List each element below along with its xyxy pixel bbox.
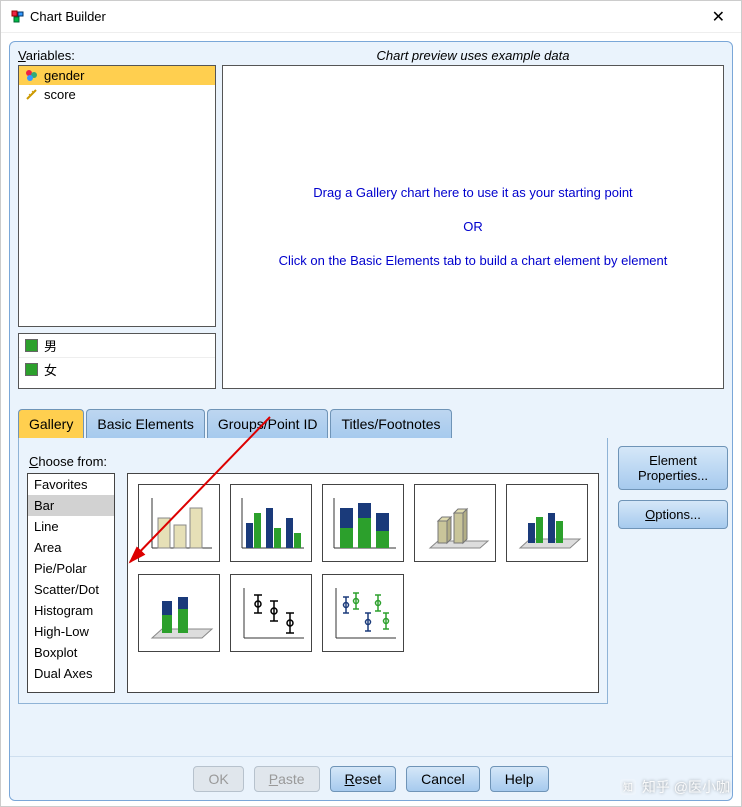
chart-builder-window: Chart Builder ✕ Variables: gender	[0, 0, 742, 807]
zhihu-icon: 知	[620, 779, 636, 795]
type-bar[interactable]: Bar	[28, 495, 114, 516]
paste-button: Paste	[254, 766, 320, 792]
type-dual-axes[interactable]: Dual Axes	[28, 663, 114, 684]
variable-item[interactable]: score	[19, 85, 215, 104]
thumb-simple-bar[interactable]	[138, 484, 220, 562]
preview-placeholder: Drag a Gallery chart here to use it as y…	[279, 182, 668, 272]
chart-type-list[interactable]: Favorites Bar Line Area Pie/Polar Scatte…	[27, 473, 115, 693]
tab-gallery[interactable]: Gallery	[18, 409, 84, 438]
category-swatch-icon	[25, 339, 38, 352]
thumb-stacked-bar[interactable]	[322, 484, 404, 562]
type-boxplot[interactable]: Boxplot	[28, 642, 114, 663]
type-high-low[interactable]: High-Low	[28, 621, 114, 642]
app-icon	[11, 10, 24, 23]
reset-button[interactable]: Reset	[330, 766, 397, 792]
type-scatter-dot[interactable]: Scatter/Dot	[28, 579, 114, 600]
close-button[interactable]: ✕	[706, 5, 731, 29]
dialog-content: Variables: gender score	[9, 41, 733, 801]
ok-button: OK	[193, 766, 243, 792]
thumb-3d-stacked-bar[interactable]	[138, 574, 220, 652]
choose-from-label: Choose from:	[29, 454, 599, 469]
type-favorites[interactable]: Favorites	[28, 474, 114, 495]
titlebar: Chart Builder ✕	[1, 1, 741, 33]
variable-name: score	[44, 87, 76, 102]
cancel-button[interactable]: Cancel	[406, 766, 480, 792]
variable-name: gender	[44, 68, 84, 83]
variables-label: Variables:	[18, 48, 216, 63]
element-properties-button[interactable]: Element Properties...	[618, 446, 728, 490]
tab-titles-footnotes[interactable]: Titles/Footnotes	[330, 409, 451, 438]
thumb-clustered-bar[interactable]	[230, 484, 312, 562]
tab-basic-elements[interactable]: Basic Elements	[86, 409, 204, 438]
gallery-panel: Choose from: Favorites Bar Line Area Pie…	[18, 438, 608, 704]
thumb-3d-clustered-bar[interactable]	[506, 484, 588, 562]
help-button[interactable]: Help	[490, 766, 549, 792]
nominal-icon	[25, 69, 38, 82]
gallery-thumbnails	[127, 473, 599, 693]
options-button[interactable]: Options...	[618, 500, 728, 529]
svg-text:知: 知	[623, 781, 633, 794]
tab-groups-point-id[interactable]: Groups/Point ID	[207, 409, 329, 438]
variable-item[interactable]: gender	[19, 66, 215, 85]
category-item[interactable]: 女	[19, 358, 215, 381]
preview-header: Chart preview uses example data	[222, 48, 724, 63]
tabs: Gallery Basic Elements Groups/Point ID T…	[18, 409, 724, 438]
watermark: 知 知乎 @医小咖	[620, 777, 730, 797]
variables-list[interactable]: gender score	[18, 65, 216, 327]
thumb-error-bar-simple[interactable]	[230, 574, 312, 652]
type-line[interactable]: Line	[28, 516, 114, 537]
type-area[interactable]: Area	[28, 537, 114, 558]
type-pie-polar[interactable]: Pie/Polar	[28, 558, 114, 579]
type-histogram[interactable]: Histogram	[28, 600, 114, 621]
category-swatch-icon	[25, 363, 38, 376]
category-list[interactable]: 男 女	[18, 333, 216, 389]
category-item[interactable]: 男	[19, 334, 215, 358]
chart-preview-dropzone[interactable]: Drag a Gallery chart here to use it as y…	[222, 65, 724, 389]
window-title: Chart Builder	[30, 9, 106, 24]
thumb-3d-bar[interactable]	[414, 484, 496, 562]
scale-icon	[25, 88, 38, 101]
thumb-error-bar-clustered[interactable]	[322, 574, 404, 652]
